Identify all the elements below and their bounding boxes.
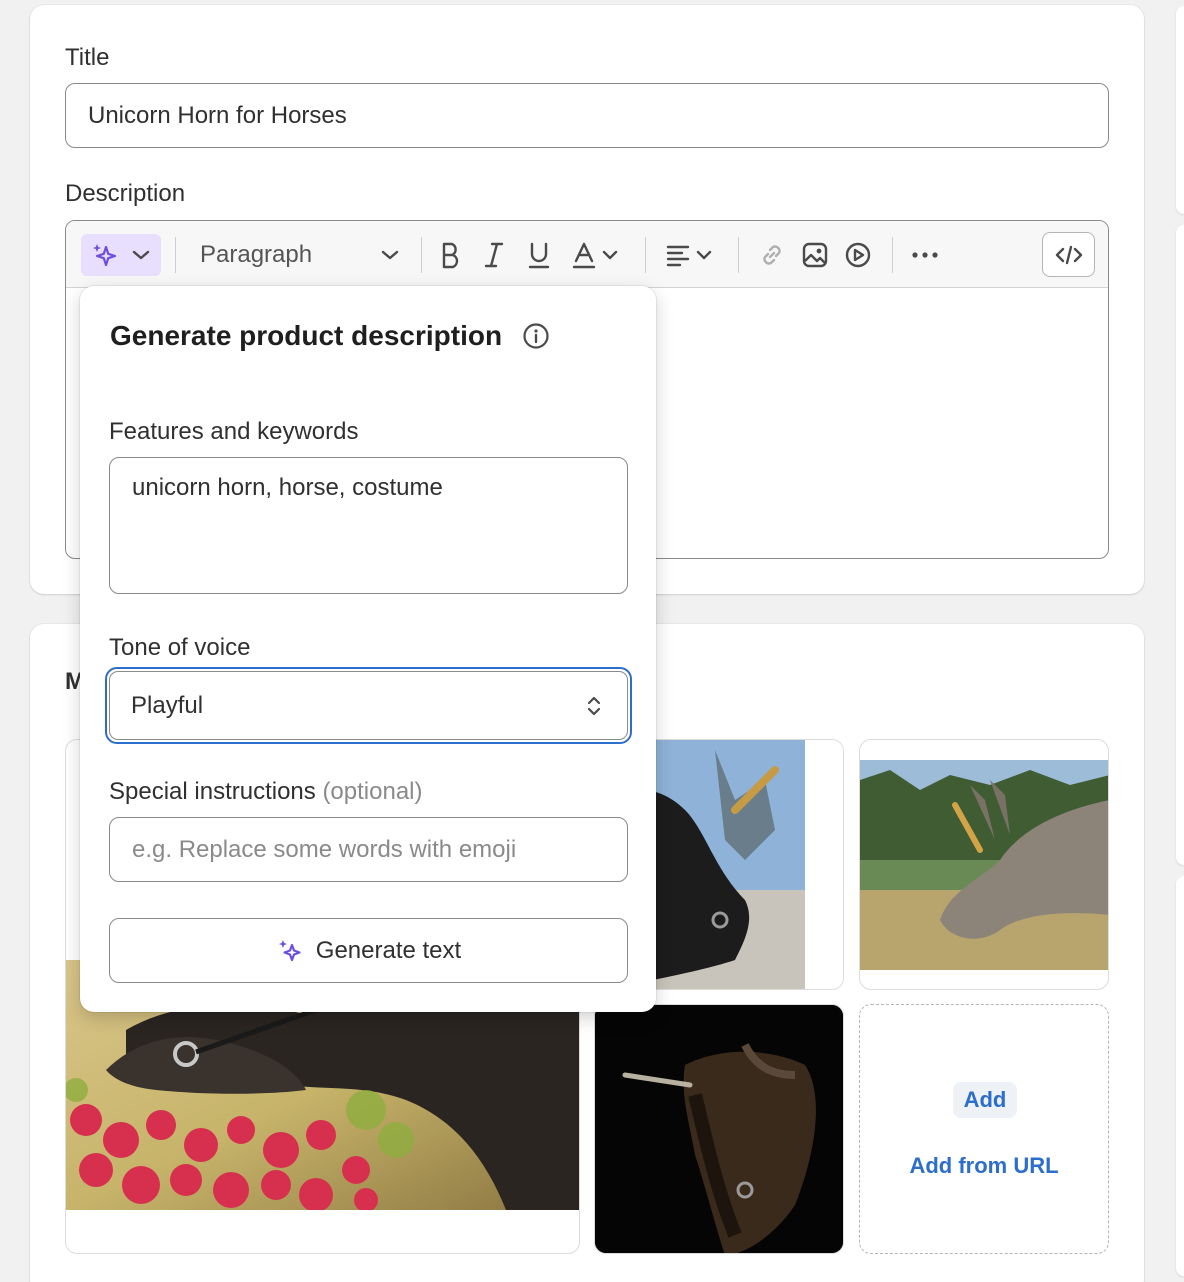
magic-sparkle-icon — [93, 244, 117, 267]
more-button[interactable] — [908, 235, 942, 275]
title-input-value: Unicorn Horn for Horses — [88, 101, 347, 129]
description-label: Description — [65, 180, 186, 207]
select-arrows-icon — [587, 696, 601, 716]
paragraph-label: Paragraph — [200, 241, 313, 268]
chevron-down-icon — [602, 250, 618, 260]
tone-value: Playful — [131, 691, 204, 719]
toolbar-separator — [645, 237, 646, 273]
chevron-down-icon — [696, 250, 712, 260]
underline-icon — [528, 242, 550, 269]
align-icon — [666, 245, 690, 267]
features-textarea[interactable]: unicorn horn, horse, costume — [109, 457, 628, 594]
italic-icon — [484, 242, 504, 268]
chevron-down-icon — [381, 250, 399, 260]
ai-generate-button[interactable] — [81, 234, 161, 276]
media-upload-dropzone[interactable]: Add Add from URL — [859, 1004, 1109, 1254]
italic-button[interactable] — [479, 235, 509, 275]
tone-select[interactable]: Playful — [109, 671, 628, 740]
generate-text-label: Generate text — [315, 936, 462, 964]
bold-button[interactable] — [436, 235, 466, 275]
chevron-down-icon — [132, 250, 150, 260]
special-instructions-placeholder: e.g. Replace some words with emoji — [132, 835, 517, 863]
generate-text-button[interactable]: Generate text — [109, 918, 628, 983]
image-icon — [802, 242, 828, 268]
add-from-url-link[interactable]: Add from URL — [860, 1153, 1108, 1179]
special-instructions-label: Special instructions (optional) — [109, 778, 423, 806]
title-label: Title — [65, 44, 110, 71]
link-button[interactable] — [757, 235, 787, 275]
code-icon — [1055, 245, 1082, 264]
image-button[interactable] — [800, 235, 830, 275]
special-instructions-input[interactable]: e.g. Replace some words with emoji — [109, 817, 628, 882]
media-image-dark-horse[interactable] — [594, 1004, 844, 1254]
text-color-button[interactable] — [568, 235, 622, 275]
info-icon[interactable] — [522, 322, 550, 350]
toolbar-separator — [421, 237, 422, 273]
toolbar-separator — [892, 237, 893, 273]
paragraph-select[interactable]: Paragraph — [200, 235, 400, 275]
side-card-strip — [1176, 225, 1184, 865]
more-icon — [912, 252, 938, 258]
magic-sparkle-icon — [278, 939, 301, 961]
donkey-unicorn-image — [860, 760, 1108, 970]
toolbar-separator — [738, 237, 739, 273]
underline-button[interactable] — [524, 235, 554, 275]
features-value: unicorn horn, horse, costume — [132, 474, 443, 501]
link-icon — [763, 245, 781, 265]
features-label: Features and keywords — [109, 418, 359, 445]
dark-horse-unicorn-image — [595, 1005, 843, 1253]
video-button[interactable] — [843, 235, 873, 275]
text-color-icon — [572, 242, 596, 269]
toolbar-separator — [175, 237, 176, 273]
generate-description-popover: Generate product description Features an… — [80, 286, 656, 1012]
special-instructions-text: Special instructions — [109, 778, 316, 805]
video-icon — [845, 242, 871, 268]
side-card-strip — [1176, 6, 1184, 214]
title-input[interactable]: Unicorn Horn for Horses — [65, 83, 1109, 148]
align-button[interactable] — [662, 235, 716, 275]
code-view-button[interactable] — [1042, 232, 1095, 277]
tone-label: Tone of voice — [109, 634, 251, 661]
add-media-button[interactable]: Add — [953, 1082, 1017, 1118]
media-image-donkey[interactable] — [859, 739, 1109, 990]
editor-toolbar: Paragraph — [66, 221, 1108, 288]
bold-icon — [442, 242, 459, 269]
optional-tag: (optional) — [322, 778, 423, 805]
popover-title: Generate product description — [110, 320, 503, 351]
side-card-strip — [1176, 876, 1184, 1276]
